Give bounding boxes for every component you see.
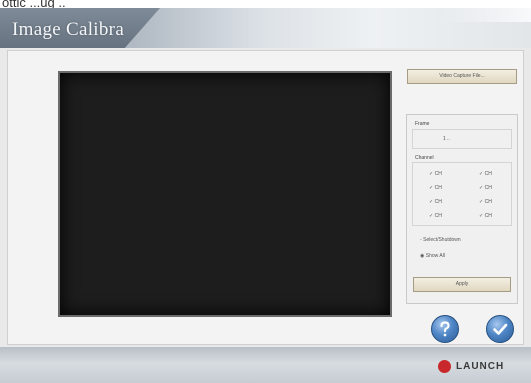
frame-group-title: Frame <box>415 121 430 127</box>
channel-label: CH <box>484 171 492 177</box>
video-preview <box>58 71 392 317</box>
confirm-button[interactable] <box>486 315 514 343</box>
channel-checkbox[interactable]: ✓ CH <box>479 213 492 219</box>
channel-label: CH <box>484 199 492 205</box>
channel-checkbox[interactable]: ✓ CH <box>479 171 492 177</box>
channel-label: CH <box>434 185 442 191</box>
channel-checkbox[interactable]: ✓ CH <box>479 199 492 205</box>
select-shutdown-label: Select/Shutdown <box>423 237 461 243</box>
channel-checkbox[interactable]: ✓ CH <box>429 199 442 205</box>
select-shutdown-option[interactable]: ◦ Select/Shutdown <box>420 237 461 243</box>
window-title: Image Calibra <box>12 19 125 40</box>
launch-logo-mark <box>438 359 451 373</box>
channel-label: CH <box>484 185 492 191</box>
title-corner <box>441 8 531 22</box>
channel-label: CH <box>484 213 492 219</box>
channel-checkbox[interactable]: ✓ CH <box>479 185 492 191</box>
apply-button[interactable]: Apply <box>413 277 511 292</box>
channel-checkbox[interactable]: ✓ CH <box>429 171 442 177</box>
settings-panel: Frame 1 .. Channel ✓ CH ✓ CH ✓ CH ✓ CH ✓… <box>406 114 518 304</box>
show-all-label: Show All <box>425 253 445 259</box>
help-button[interactable] <box>431 315 459 343</box>
video-capture-file-button[interactable]: Video Capture File... <box>407 69 517 84</box>
channel-label: CH <box>434 171 442 177</box>
question-icon <box>440 321 450 337</box>
channel-label: CH <box>434 199 442 205</box>
bottom-bar: LAUNCH <box>0 347 531 383</box>
title-bar: Image Calibra <box>0 8 531 48</box>
launch-logo: LAUNCH <box>438 359 504 373</box>
content-panel: Video Capture File... Frame 1 .. Channel… <box>7 50 524 345</box>
frame-value[interactable]: 1 .. <box>443 136 450 142</box>
channel-group: ✓ CH ✓ CH ✓ CH ✓ CH ✓ CH ✓ CH ✓ CH ✓ CH <box>412 162 512 226</box>
show-all-option[interactable]: ◉ Show All <box>420 253 445 259</box>
channel-label: CH <box>434 213 442 219</box>
frame-group: 1 .. <box>412 129 512 149</box>
launch-logo-text: LAUNCH <box>456 360 505 372</box>
checkmark-icon <box>493 323 508 335</box>
channel-checkbox[interactable]: ✓ CH <box>429 213 442 219</box>
channel-checkbox[interactable]: ✓ CH <box>429 185 442 191</box>
image-calibration-window: Image Calibra Video Capture File... Fram… <box>0 8 531 383</box>
title-tab: Image Calibra <box>0 8 160 48</box>
channel-group-title: Channel <box>415 155 434 161</box>
